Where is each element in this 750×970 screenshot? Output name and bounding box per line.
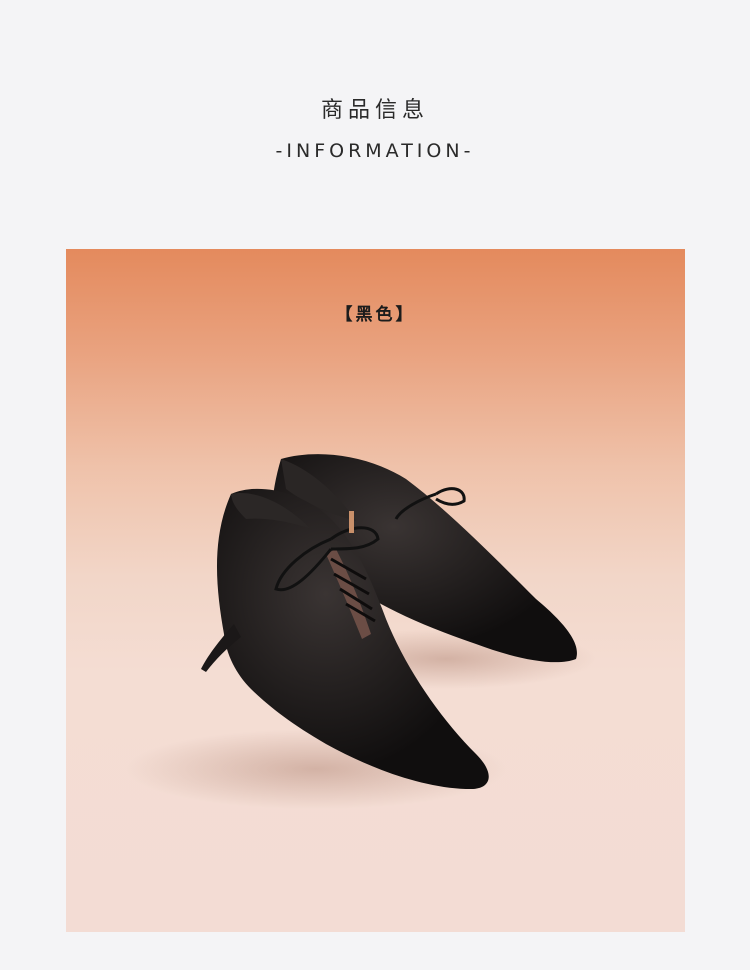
zipper-pull <box>349 511 354 533</box>
product-photo <box>66 249 685 932</box>
info-section-header: 商品信息 -INFORMATION- <box>0 0 750 240</box>
section-title-chinese: 商品信息 <box>320 98 429 123</box>
shoe-illustration <box>126 454 596 809</box>
color-label: 【黑色】 <box>335 305 416 325</box>
section-title-english: -INFORMATION- <box>275 140 475 162</box>
